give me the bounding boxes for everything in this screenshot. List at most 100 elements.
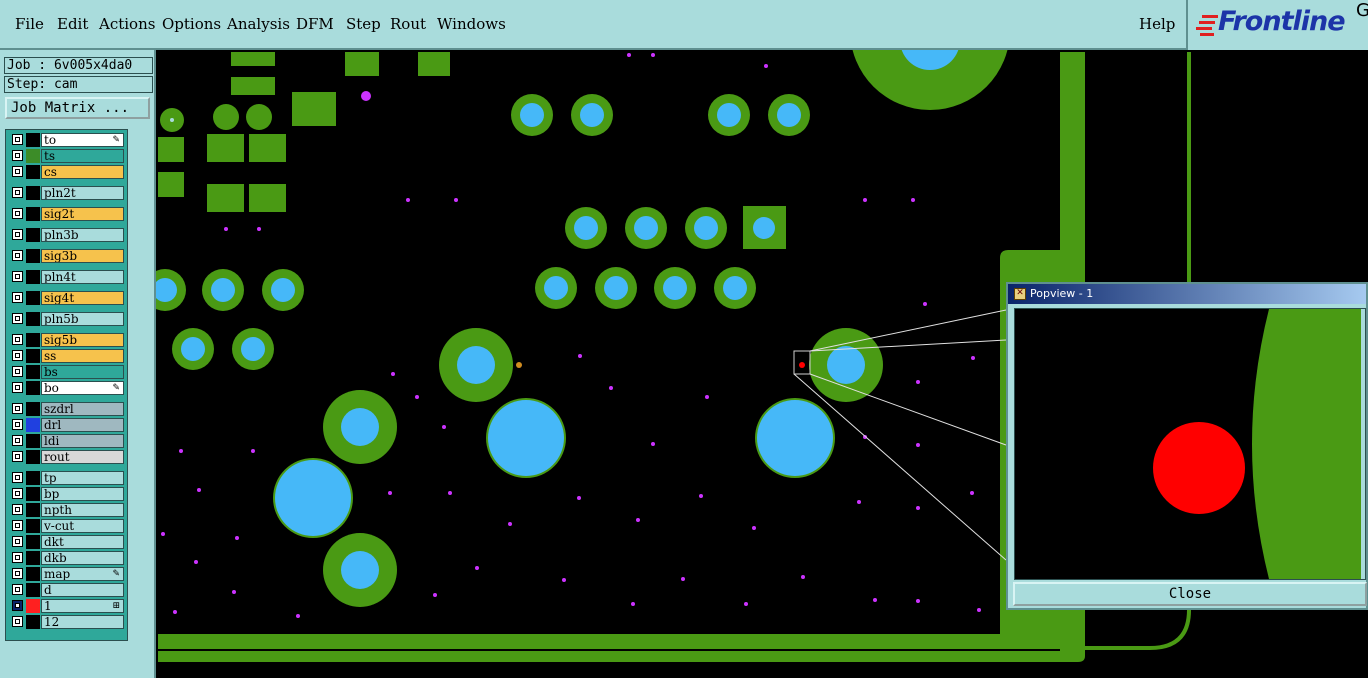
- layer-name[interactable]: bo ✎: [41, 381, 124, 395]
- layer-name[interactable]: pln5b: [41, 312, 124, 326]
- menu-analysis[interactable]: Analysis: [227, 15, 290, 33]
- layer-name[interactable]: sig3b: [41, 249, 124, 263]
- layer-color-swatch[interactable]: [26, 349, 40, 363]
- layer-row-bp[interactable]: bp: [8, 487, 125, 501]
- layer-name[interactable]: tp: [41, 471, 124, 485]
- layer-name[interactable]: pln3b: [41, 228, 124, 242]
- job-matrix-button[interactable]: Job Matrix ...: [5, 97, 150, 119]
- layer-checkbox[interactable]: [12, 313, 23, 324]
- layer-row-drl[interactable]: drl: [8, 418, 125, 432]
- layer-color-swatch[interactable]: [26, 381, 40, 395]
- layer-checkbox[interactable]: [12, 568, 23, 579]
- layer-color-swatch[interactable]: [26, 270, 40, 284]
- layer-row-szdrl[interactable]: szdrl: [8, 402, 125, 416]
- layer-checkbox[interactable]: [12, 271, 23, 282]
- layer-row-to[interactable]: to ✎: [8, 133, 125, 147]
- layer-color-swatch[interactable]: [26, 165, 40, 179]
- layer-row-pln3b[interactable]: pln3b: [8, 228, 125, 242]
- layer-name[interactable]: npth: [41, 503, 124, 517]
- layer-color-swatch[interactable]: [26, 418, 40, 432]
- layer-row-12[interactable]: 12: [8, 615, 125, 629]
- layer-name[interactable]: dkb: [41, 551, 124, 565]
- layer-color-swatch[interactable]: [26, 503, 40, 517]
- layer-row-bs[interactable]: bs: [8, 365, 125, 379]
- layer-color-swatch[interactable]: [26, 519, 40, 533]
- popview-viewport[interactable]: [1014, 308, 1366, 580]
- layer-name[interactable]: v-cut: [41, 519, 124, 533]
- layer-checkbox[interactable]: [12, 229, 23, 240]
- layer-color-swatch[interactable]: [26, 583, 40, 597]
- layer-checkbox[interactable]: [12, 250, 23, 261]
- menu-file[interactable]: File: [15, 15, 44, 33]
- layer-name[interactable]: bp: [41, 487, 124, 501]
- layer-checkbox[interactable]: [12, 488, 23, 499]
- layer-name[interactable]: rout: [41, 450, 124, 464]
- layer-name[interactable]: ts: [41, 149, 124, 163]
- layer-checkbox[interactable]: [12, 600, 23, 611]
- layer-name[interactable]: 1 ⊞: [41, 599, 124, 613]
- layer-name[interactable]: ldi: [41, 434, 124, 448]
- layer-checkbox[interactable]: [12, 504, 23, 515]
- layer-color-swatch[interactable]: [26, 333, 40, 347]
- layer-color-swatch[interactable]: [26, 291, 40, 305]
- layer-color-swatch[interactable]: [26, 186, 40, 200]
- close-button[interactable]: Close: [1013, 582, 1367, 606]
- layer-name[interactable]: cs: [41, 165, 124, 179]
- menu-rout[interactable]: Rout: [390, 15, 426, 33]
- layer-row-pln2t[interactable]: pln2t: [8, 186, 125, 200]
- layer-checkbox[interactable]: [12, 451, 23, 462]
- layer-row-ts[interactable]: ts: [8, 149, 125, 163]
- layer-name[interactable]: 12: [41, 615, 124, 629]
- layer-checkbox[interactable]: [12, 150, 23, 161]
- layer-color-swatch[interactable]: [26, 567, 40, 581]
- layer-row-d[interactable]: d: [8, 583, 125, 597]
- layer-row-map[interactable]: map ✎: [8, 567, 125, 581]
- layer-name[interactable]: pln2t: [41, 186, 124, 200]
- layer-row-rout[interactable]: rout: [8, 450, 125, 464]
- layer-row-pln5b[interactable]: pln5b: [8, 312, 125, 326]
- menu-options[interactable]: Options: [162, 15, 221, 33]
- menu-actions[interactable]: Actions: [99, 15, 155, 33]
- layer-color-swatch[interactable]: [26, 365, 40, 379]
- layer-checkbox[interactable]: [12, 350, 23, 361]
- layer-name[interactable]: d: [41, 583, 124, 597]
- layer-row-ss[interactable]: ss: [8, 349, 125, 363]
- layer-color-swatch[interactable]: [26, 599, 40, 613]
- layer-name[interactable]: drl: [41, 418, 124, 432]
- layer-name[interactable]: to ✎: [41, 133, 124, 147]
- popview-titlebar[interactable]: ✕ Popview - 1: [1008, 284, 1366, 304]
- layer-color-swatch[interactable]: [26, 450, 40, 464]
- layer-row-1[interactable]: 1 ⊞: [8, 599, 125, 613]
- layer-checkbox[interactable]: [12, 382, 23, 393]
- layer-color-swatch[interactable]: [26, 402, 40, 416]
- layer-color-swatch[interactable]: [26, 615, 40, 629]
- layer-checkbox[interactable]: [12, 520, 23, 531]
- layer-color-swatch[interactable]: [26, 471, 40, 485]
- layer-row-ldi[interactable]: ldi: [8, 434, 125, 448]
- layer-checkbox[interactable]: [12, 616, 23, 627]
- layer-color-swatch[interactable]: [26, 133, 40, 147]
- layer-name[interactable]: map ✎: [41, 567, 124, 581]
- layer-row-tp[interactable]: tp: [8, 471, 125, 485]
- layer-color-swatch[interactable]: [26, 228, 40, 242]
- layer-checkbox[interactable]: [12, 552, 23, 563]
- layer-checkbox[interactable]: [12, 187, 23, 198]
- layer-checkbox[interactable]: [12, 334, 23, 345]
- layer-row-sig3b[interactable]: sig3b: [8, 249, 125, 263]
- layer-color-swatch[interactable]: [26, 434, 40, 448]
- layer-row-sig4t[interactable]: sig4t: [8, 291, 125, 305]
- layer-checkbox[interactable]: [12, 403, 23, 414]
- layer-row-v-cut[interactable]: v-cut: [8, 519, 125, 533]
- layer-row-dkt[interactable]: dkt: [8, 535, 125, 549]
- layer-row-sig2t[interactable]: sig2t: [8, 207, 125, 221]
- layer-name[interactable]: pln4t: [41, 270, 124, 284]
- layer-checkbox[interactable]: [12, 472, 23, 483]
- layer-name[interactable]: ss: [41, 349, 124, 363]
- layer-color-swatch[interactable]: [26, 149, 40, 163]
- layer-name[interactable]: dkt: [41, 535, 124, 549]
- layer-color-swatch[interactable]: [26, 551, 40, 565]
- layer-row-sig5b[interactable]: sig5b: [8, 333, 125, 347]
- layer-name[interactable]: sig5b: [41, 333, 124, 347]
- menu-edit[interactable]: Edit: [57, 15, 88, 33]
- layer-row-pln4t[interactable]: pln4t: [8, 270, 125, 284]
